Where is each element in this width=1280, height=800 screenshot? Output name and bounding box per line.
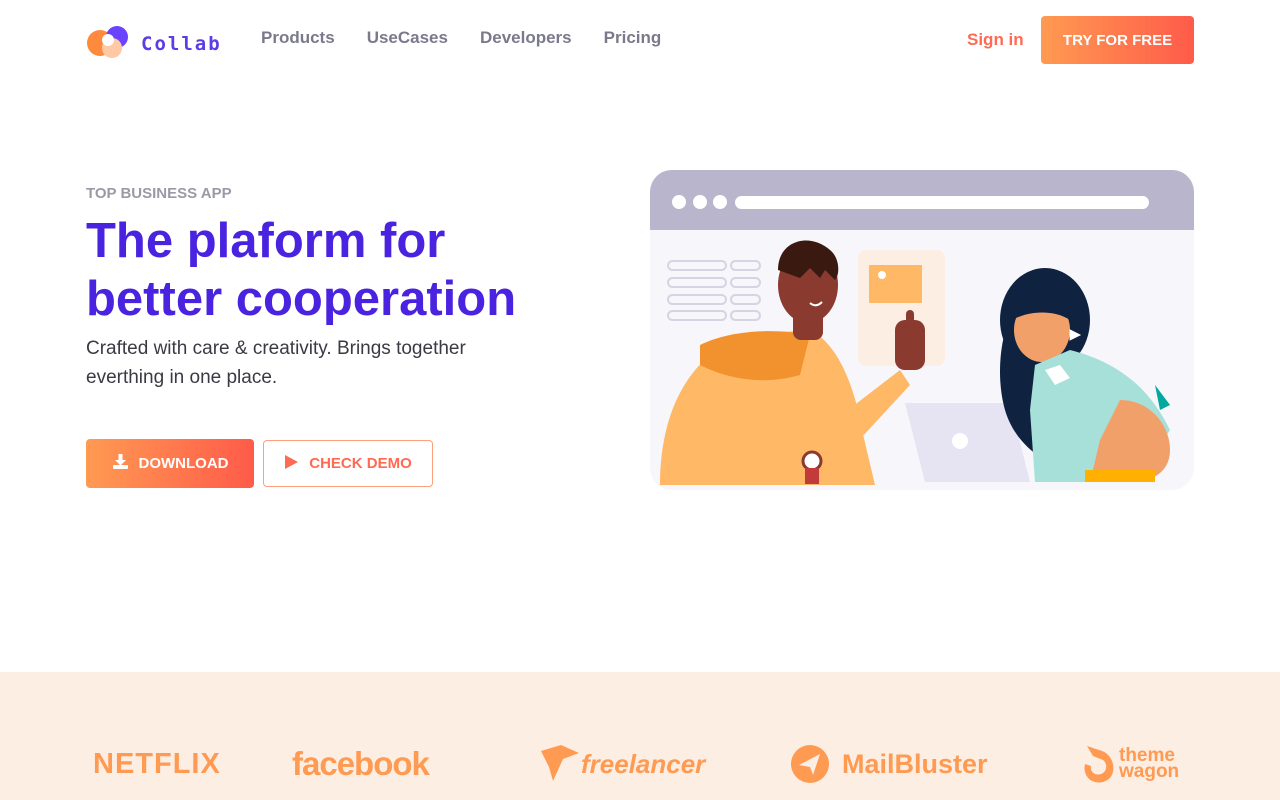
primary-nav: Products UseCases Developers Pricing bbox=[261, 28, 693, 48]
check-demo-label: CHECK DEMO bbox=[309, 455, 412, 472]
hero-illustration bbox=[650, 170, 1194, 500]
freelancer-bird-icon bbox=[541, 745, 579, 781]
mailbluster-mark-icon bbox=[791, 745, 829, 783]
collab-logo[interactable]: Collab bbox=[86, 24, 222, 60]
try-for-free-button[interactable]: TRY FOR FREE bbox=[1041, 16, 1194, 64]
nav-link-developers[interactable]: Developers bbox=[480, 28, 572, 48]
download-button[interactable]: DOWNLOAD bbox=[86, 439, 254, 488]
themewagon-logo: theme wagon bbox=[1081, 744, 1191, 784]
freelancer-logo: freelancer bbox=[541, 744, 705, 784]
check-demo-button[interactable]: CHECK DEMO bbox=[263, 440, 433, 487]
facebook-logo: facebook bbox=[292, 745, 430, 782]
brand-logos-strip: NETFLIX facebook freelancer MailBluster … bbox=[0, 672, 1280, 800]
nav-link-usecases[interactable]: UseCases bbox=[367, 28, 448, 48]
download-icon bbox=[112, 453, 129, 474]
collab-logo-mark-icon bbox=[86, 24, 130, 60]
play-icon bbox=[284, 454, 299, 474]
nav-link-pricing[interactable]: Pricing bbox=[604, 28, 662, 48]
logo-text: Collab bbox=[141, 32, 222, 55]
nav-link-products[interactable]: Products bbox=[261, 28, 335, 48]
netflix-logo: NETFLIX bbox=[93, 747, 221, 780]
hero-subtext: Crafted with care & creativity. Brings t… bbox=[86, 338, 466, 388]
sign-in-link[interactable]: Sign in bbox=[967, 30, 1024, 50]
download-label: DOWNLOAD bbox=[138, 455, 229, 472]
themewagon-horse-icon bbox=[1084, 746, 1114, 783]
hero-headline: The plaform for better cooperation bbox=[86, 214, 517, 326]
hero-eyebrow: TOP BUSINESS APP bbox=[86, 185, 232, 202]
top-navbar: Collab Products UseCases Developers Pric… bbox=[0, 0, 1280, 80]
mailbluster-logo: MailBluster bbox=[790, 744, 988, 784]
